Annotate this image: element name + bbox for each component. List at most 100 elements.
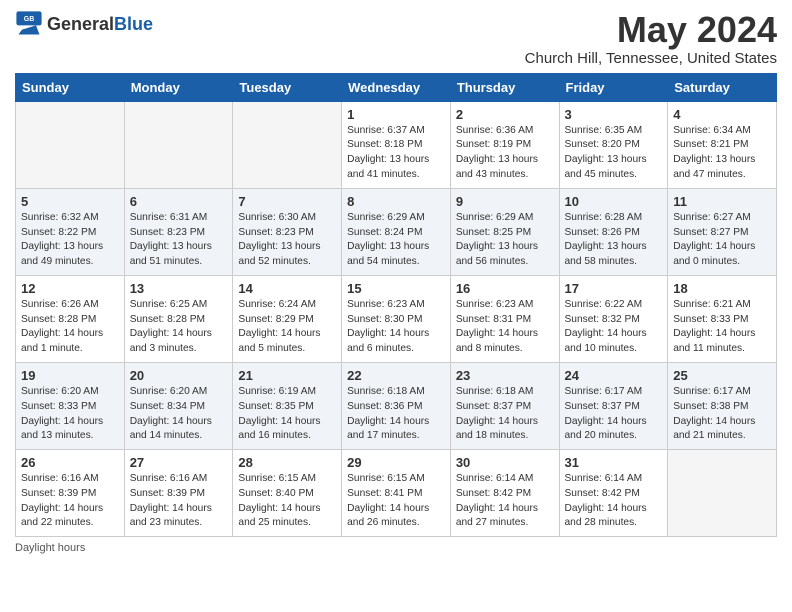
day-number: 18 (673, 281, 771, 296)
calendar-week-4: 19 Sunrise: 6:20 AM Sunset: 8:33 PM Dayli… (16, 362, 777, 449)
day-info: Sunrise: 6:17 AM Sunset: 8:38 PM Dayligh… (673, 385, 771, 444)
calendar-cell (668, 450, 777, 537)
calendar-cell: 18 Sunrise: 6:21 AM Sunset: 8:33 PM Dayli… (668, 275, 777, 362)
calendar-cell: 25Sunrise: 6:17 AM Sunset: 8:38 PM Dayli… (668, 362, 777, 449)
calendar-cell: 31Sunrise: 6:14 AM Sunset: 8:42 PM Dayli… (559, 450, 668, 537)
day-number: 19 (21, 368, 119, 383)
calendar-cell: 11Sunrise: 6:27 AM Sunset: 8:27 PM Dayli… (668, 188, 777, 275)
calendar-cell: 2Sunrise: 6:36 AM Sunset: 8:19 PM Daylig… (450, 101, 559, 188)
day-info: Sunrise: 6:37 AM Sunset: 8:18 PM Dayligh… (347, 124, 445, 183)
calendar-cell: 12Sunrise: 6:26 AM Sunset: 8:28 PM Dayli… (16, 275, 125, 362)
calendar-week-2: 5Sunrise: 6:32 AM Sunset: 8:22 PM Daylig… (16, 188, 777, 275)
day-number: 30 (456, 455, 554, 470)
day-number: 27 (130, 455, 228, 470)
day-info: Sunrise: 6:29 AM Sunset: 8:24 PM Dayligh… (347, 211, 445, 270)
day-number: 10 (565, 194, 663, 209)
calendar-cell: 6Sunrise: 6:31 AM Sunset: 8:23 PM Daylig… (124, 188, 233, 275)
calendar-cell: 3Sunrise: 6:35 AM Sunset: 8:20 PM Daylig… (559, 101, 668, 188)
day-number: 1 (347, 107, 445, 122)
calendar-week-1: 1 Sunrise: 6:37 AM Sunset: 8:18 PM Daylig… (16, 101, 777, 188)
day-info: Sunrise: 6:22 AM Sunset: 8:32 PM Dayligh… (565, 298, 663, 357)
calendar-cell: 4Sunrise: 6:34 AM Sunset: 8:21 PM Daylig… (668, 101, 777, 188)
logo-general: General (47, 15, 114, 33)
day-info: Sunrise: 6:29 AM Sunset: 8:25 PM Dayligh… (456, 211, 554, 270)
day-info: Sunrise: 6:26 AM Sunset: 8:28 PM Dayligh… (21, 298, 119, 357)
calendar-cell: 22 Sunrise: 6:18 AM Sunset: 8:36 PM Dayli… (342, 362, 451, 449)
day-number: 3 (565, 107, 663, 122)
day-number: 21 (238, 368, 336, 383)
day-number: 8 (347, 194, 445, 209)
day-info: Sunrise: 6:15 AM Sunset: 8:40 PM Dayligh… (238, 472, 336, 531)
weekday-header-sunday: Sunday (16, 73, 125, 101)
day-number: 7 (238, 194, 336, 209)
day-number: 20 (130, 368, 228, 383)
day-number: 9 (456, 194, 554, 209)
title-block: May 2024 Church Hill, Tennessee, United … (525, 10, 777, 67)
calendar-cell (16, 101, 125, 188)
calendar-cell: 15 Sunrise: 6:23 AM Sunset: 8:30 PM Dayli… (342, 275, 451, 362)
day-info: Sunrise: 6:25 AM Sunset: 8:28 PM Dayligh… (130, 298, 228, 357)
day-info: Sunrise: 6:20 AM Sunset: 8:34 PM Dayligh… (130, 385, 228, 444)
weekday-header-saturday: Saturday (668, 73, 777, 101)
calendar-cell: 24Sunrise: 6:17 AM Sunset: 8:37 PM Dayli… (559, 362, 668, 449)
day-info: Sunrise: 6:16 AM Sunset: 8:39 PM Dayligh… (130, 472, 228, 531)
day-info: Sunrise: 6:15 AM Sunset: 8:41 PM Dayligh… (347, 472, 445, 531)
day-info: Sunrise: 6:27 AM Sunset: 8:27 PM Dayligh… (673, 211, 771, 270)
calendar-cell (233, 101, 342, 188)
day-info: Sunrise: 6:24 AM Sunset: 8:29 PM Dayligh… (238, 298, 336, 357)
day-info: Sunrise: 6:21 AM Sunset: 8:33 PM Dayligh… (673, 298, 771, 357)
calendar-cell: 29Sunrise: 6:15 AM Sunset: 8:41 PM Dayli… (342, 450, 451, 537)
day-number: 14 (238, 281, 336, 296)
calendar-cell: 13 Sunrise: 6:25 AM Sunset: 8:28 PM Dayli… (124, 275, 233, 362)
month-title: May 2024 (525, 10, 777, 50)
day-number: 17 (565, 281, 663, 296)
calendar-cell (124, 101, 233, 188)
location-title: Church Hill, Tennessee, United States (525, 50, 777, 67)
day-info: Sunrise: 6:23 AM Sunset: 8:30 PM Dayligh… (347, 298, 445, 357)
calendar-cell: 7Sunrise: 6:30 AM Sunset: 8:23 PM Daylig… (233, 188, 342, 275)
calendar-cell: 14 Sunrise: 6:24 AM Sunset: 8:29 PM Dayli… (233, 275, 342, 362)
calendar-cell: 5Sunrise: 6:32 AM Sunset: 8:22 PM Daylig… (16, 188, 125, 275)
logo: GB General Blue (15, 10, 153, 38)
calendar-cell: 19 Sunrise: 6:20 AM Sunset: 8:33 PM Dayli… (16, 362, 125, 449)
calendar-cell: 10 Sunrise: 6:28 AM Sunset: 8:26 PM Dayli… (559, 188, 668, 275)
day-info: Sunrise: 6:20 AM Sunset: 8:33 PM Dayligh… (21, 385, 119, 444)
day-number: 26 (21, 455, 119, 470)
day-number: 23 (456, 368, 554, 383)
calendar-cell: 9 Sunrise: 6:29 AM Sunset: 8:25 PM Daylig… (450, 188, 559, 275)
day-info: Sunrise: 6:17 AM Sunset: 8:37 PM Dayligh… (565, 385, 663, 444)
calendar-cell: 17 Sunrise: 6:22 AM Sunset: 8:32 PM Dayli… (559, 275, 668, 362)
day-info: Sunrise: 6:28 AM Sunset: 8:26 PM Dayligh… (565, 211, 663, 270)
calendar-week-5: 26 Sunrise: 6:16 AM Sunset: 8:39 PM Dayli… (16, 450, 777, 537)
day-number: 5 (21, 194, 119, 209)
calendar-cell: 28 Sunrise: 6:15 AM Sunset: 8:40 PM Dayli… (233, 450, 342, 537)
calendar-table: SundayMondayTuesdayWednesdayThursdayFrid… (15, 73, 777, 538)
day-info: Sunrise: 6:31 AM Sunset: 8:23 PM Dayligh… (130, 211, 228, 270)
day-number: 28 (238, 455, 336, 470)
weekday-header-thursday: Thursday (450, 73, 559, 101)
day-info: Sunrise: 6:18 AM Sunset: 8:36 PM Dayligh… (347, 385, 445, 444)
weekday-header-tuesday: Tuesday (233, 73, 342, 101)
day-info: Sunrise: 6:34 AM Sunset: 8:21 PM Dayligh… (673, 124, 771, 183)
day-info: Sunrise: 6:19 AM Sunset: 8:35 PM Dayligh… (238, 385, 336, 444)
footer-note: Daylight hours (15, 542, 777, 554)
day-number: 13 (130, 281, 228, 296)
calendar-cell: 30 Sunrise: 6:14 AM Sunset: 8:42 PM Dayli… (450, 450, 559, 537)
calendar-cell: 20 Sunrise: 6:20 AM Sunset: 8:34 PM Dayli… (124, 362, 233, 449)
day-info: Sunrise: 6:14 AM Sunset: 8:42 PM Dayligh… (456, 472, 554, 531)
weekday-header-friday: Friday (559, 73, 668, 101)
page-header: GB General Blue May 2024 Church Hill, Te… (15, 10, 777, 67)
logo-icon: GB (15, 10, 43, 38)
calendar-cell: 23 Sunrise: 6:18 AM Sunset: 8:37 PM Dayli… (450, 362, 559, 449)
day-number: 15 (347, 281, 445, 296)
calendar-cell: 8 Sunrise: 6:29 AM Sunset: 8:24 PM Daylig… (342, 188, 451, 275)
svg-text:GB: GB (24, 16, 35, 23)
day-number: 22 (347, 368, 445, 383)
day-info: Sunrise: 6:14 AM Sunset: 8:42 PM Dayligh… (565, 472, 663, 531)
calendar-cell: 26Sunrise: 6:16 AM Sunset: 8:39 PM Dayli… (16, 450, 125, 537)
day-info: Sunrise: 6:18 AM Sunset: 8:37 PM Dayligh… (456, 385, 554, 444)
day-info: Sunrise: 6:23 AM Sunset: 8:31 PM Dayligh… (456, 298, 554, 357)
day-number: 16 (456, 281, 554, 296)
weekday-header-wednesday: Wednesday (342, 73, 451, 101)
calendar-cell: 27 Sunrise: 6:16 AM Sunset: 8:39 PM Dayli… (124, 450, 233, 537)
